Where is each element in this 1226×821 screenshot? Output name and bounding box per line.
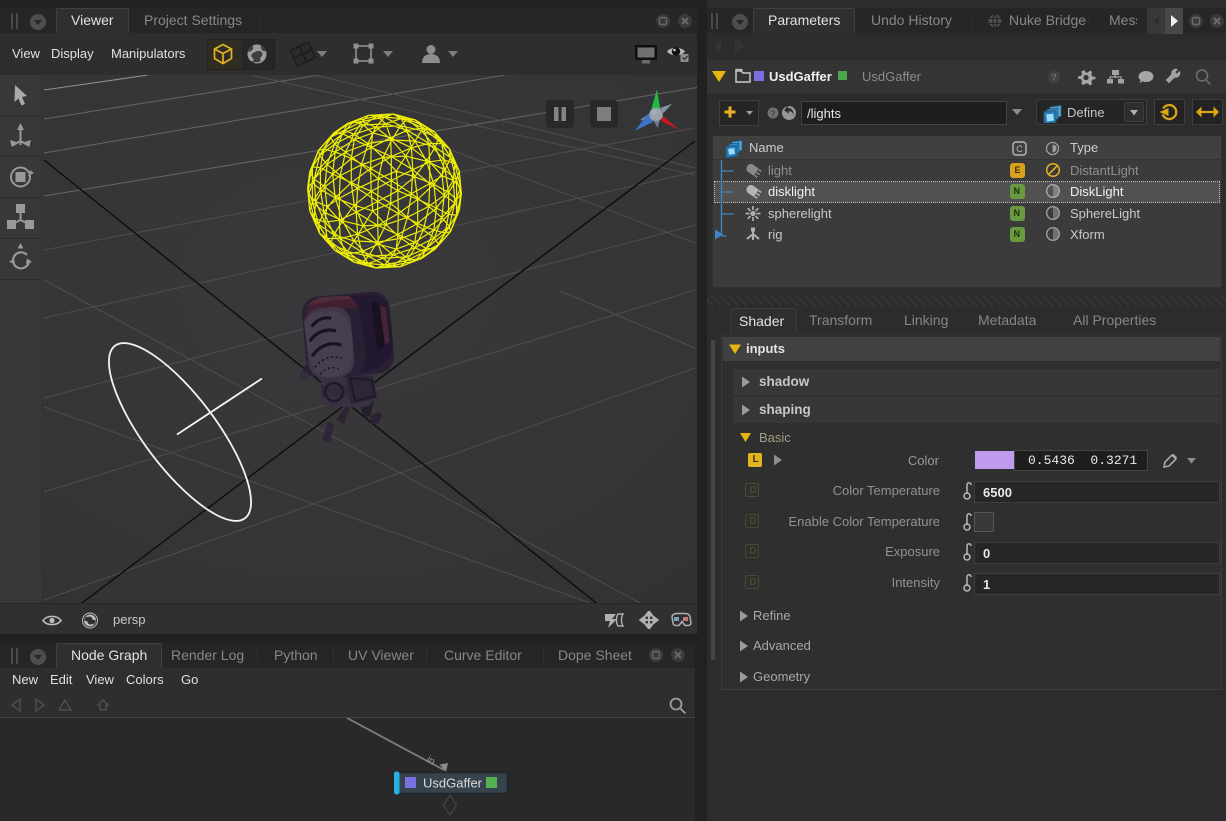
svg-text:?: ? xyxy=(771,110,776,119)
svg-text:C: C xyxy=(1016,144,1023,154)
svg-text:UsdGaffer: UsdGaffer xyxy=(423,776,483,791)
svg-text:?: ? xyxy=(1052,72,1057,82)
